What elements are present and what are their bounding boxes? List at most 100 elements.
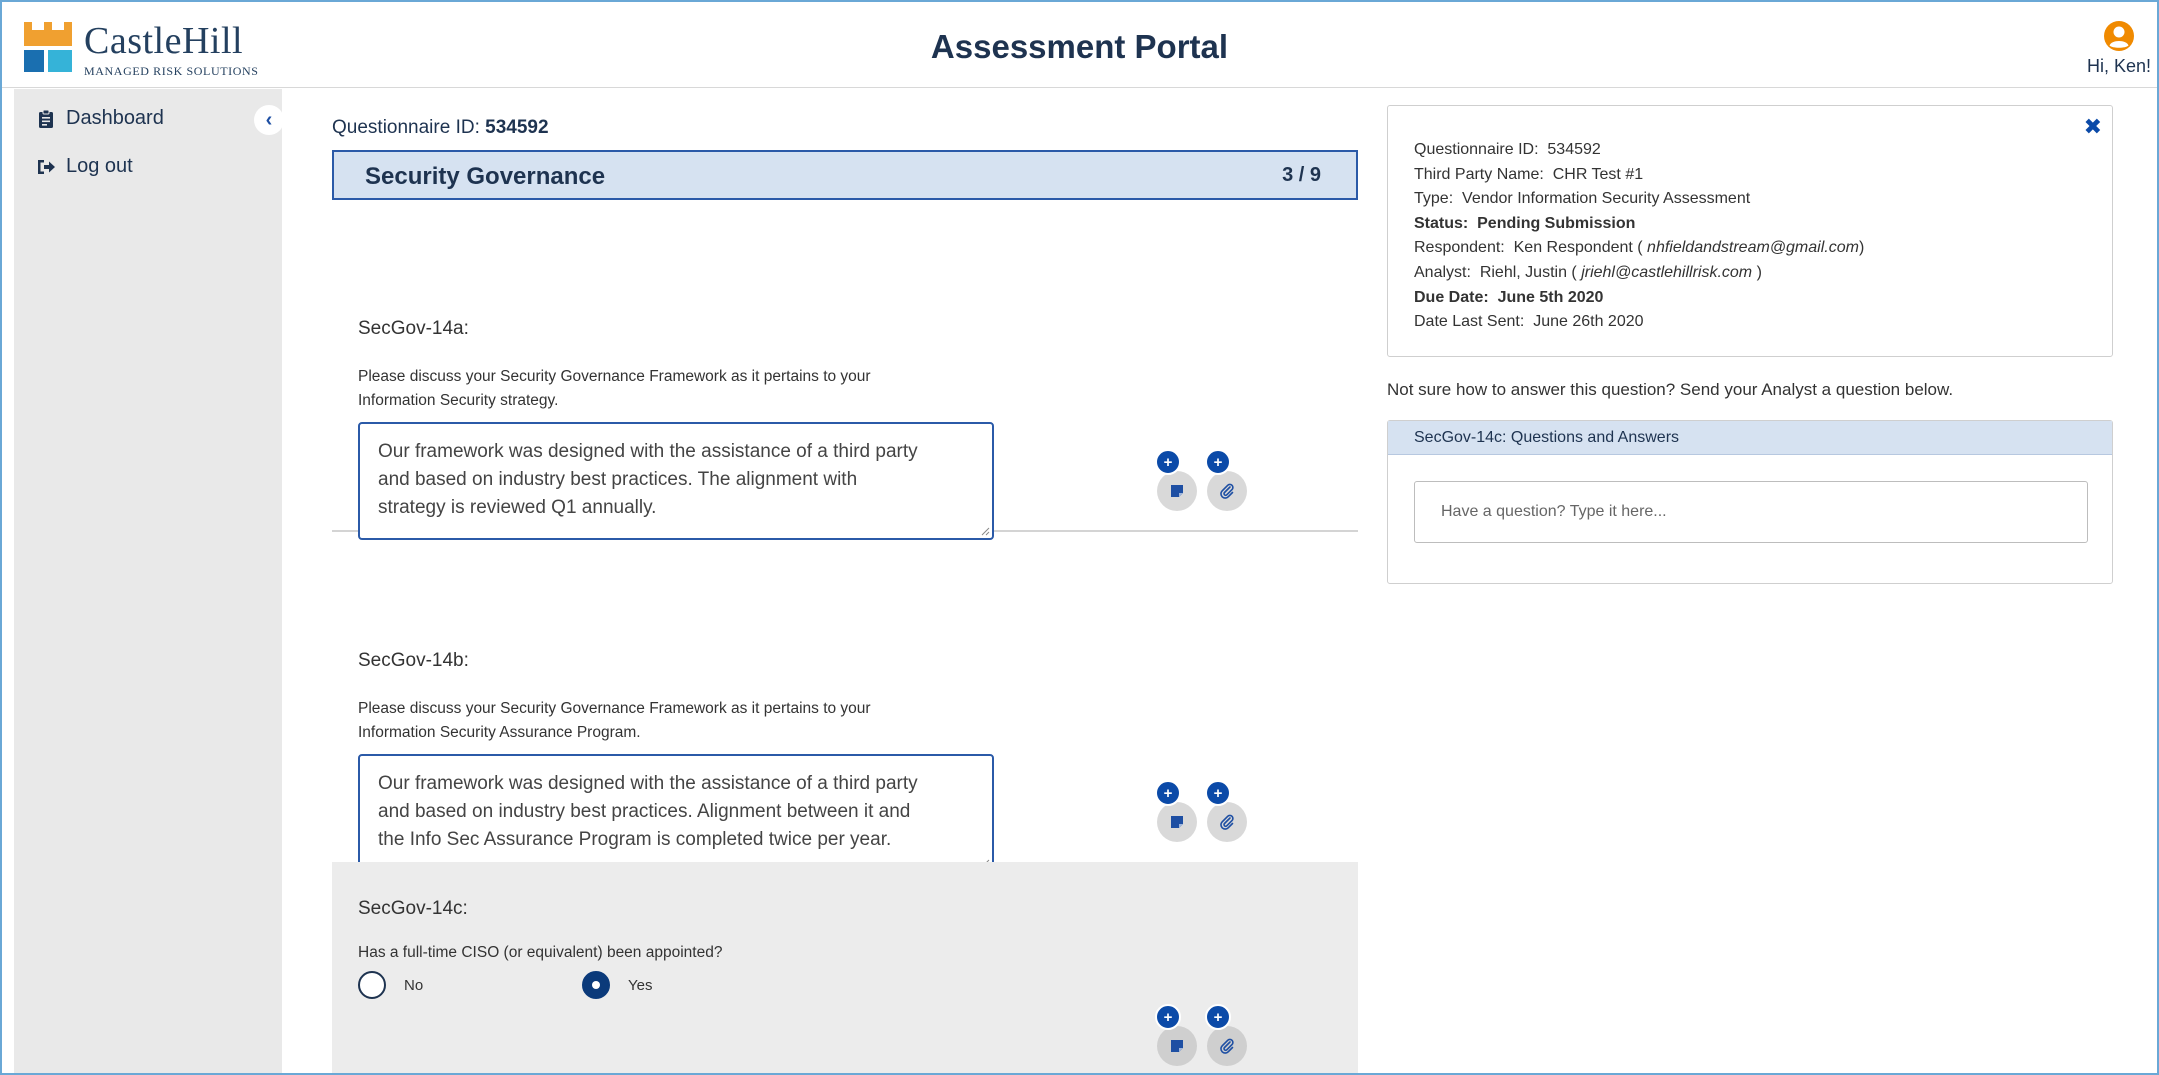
add-attachment-button[interactable]: + — [1205, 449, 1249, 511]
info-label: Respondent: — [1414, 239, 1505, 257]
info-value: June 26th 2020 — [1533, 313, 1644, 331]
info-value: Vendor Information Security Assessment — [1462, 190, 1751, 208]
radio-no[interactable] — [358, 971, 386, 999]
question-id: SecGov-14b: — [358, 650, 469, 671]
clipboard-icon — [39, 109, 53, 128]
plus-icon: + — [1155, 1004, 1181, 1030]
plus-icon: + — [1205, 780, 1231, 806]
question-input[interactable] — [1414, 481, 2088, 543]
question-text-line: Please discuss your Security Governance … — [358, 368, 871, 385]
plus-icon: + — [1155, 780, 1181, 806]
sidebar-item-label: Dashboard — [66, 107, 164, 129]
radio-option-yes[interactable]: Yes — [582, 971, 652, 999]
sidebar: ‹ Dashboard Log out — [14, 89, 284, 1073]
info-label: Type: — [1414, 190, 1454, 208]
section-header: Security Governance 3 / 9 — [332, 150, 1358, 200]
info-analyst: Analyst: Riehl, Justin ( jriehl@castlehi… — [1414, 263, 1762, 281]
note-icon — [1171, 485, 1183, 497]
info-label: Analyst: — [1414, 263, 1471, 281]
user-menu[interactable]: Hi, Ken! — [2087, 20, 2151, 77]
sign-out-icon — [38, 159, 55, 174]
radio-yes[interactable] — [582, 971, 610, 999]
user-greeting: Hi, Ken! — [2086, 56, 2151, 76]
questionnaire-id-value: 534592 — [485, 117, 549, 138]
logo-tagline: MANAGED RISK SOLUTIONS — [84, 64, 259, 78]
note-button-bg — [1157, 1026, 1197, 1066]
question-text: Has a full-time CISO (or equivalent) bee… — [358, 944, 723, 961]
info-label: Third Party Name: — [1414, 165, 1544, 183]
radio-option-no[interactable]: No — [358, 971, 423, 999]
info-due-date: Due Date: June 5th 2020 — [1414, 286, 1864, 311]
question-text-line: Please discuss your Security Governance … — [358, 700, 871, 717]
section-progress: 3 / 9 — [1282, 164, 1321, 186]
add-note-button[interactable]: + — [1155, 449, 1199, 511]
note-icon — [1171, 816, 1183, 828]
paperclip-icon — [1220, 814, 1234, 830]
answer-line: strategy is reviewed Q1 annually. — [378, 497, 657, 518]
info-label: Date Last Sent: — [1414, 313, 1525, 331]
questionnaire-id: Questionnaire ID: 534592 — [332, 117, 549, 139]
question-id: SecGov-14a: — [358, 318, 469, 339]
info-type: Type: Vendor Information Security Assess… — [1414, 187, 1864, 212]
question-text: Please discuss your Security Governance … — [358, 365, 958, 413]
user-avatar-icon — [2103, 21, 2134, 51]
info-last-sent: Date Last Sent: June 26th 2020 — [1414, 310, 1864, 335]
add-note-button[interactable]: + — [1155, 780, 1199, 842]
info-label: Questionnaire ID: — [1414, 141, 1539, 158]
answer-line: Our framework was designed with the assi… — [378, 441, 918, 462]
plus-icon: + — [1205, 449, 1231, 475]
info-third-party: Third Party Name: CHR Test #1 — [1414, 163, 1864, 188]
respondent-email: nhfieldandstream@gmail.com — [1647, 239, 1859, 257]
sidebar-collapse-button[interactable]: ‹ — [254, 105, 284, 135]
sidebar-item-label: Log out — [66, 155, 133, 177]
add-attachment-button[interactable]: + — [1205, 1004, 1249, 1066]
plus-icon: + — [1205, 1004, 1231, 1030]
sidebar-item-dashboard[interactable]: Dashboard — [36, 107, 164, 130]
app-frame: CastleHill MANAGED RISK SOLUTIONS Assess… — [0, 0, 2159, 1075]
info-status: Status: Pending Submission — [1414, 212, 1864, 237]
paperclip-icon — [1220, 483, 1234, 499]
answer-line: and based on industry best practices. Al… — [378, 801, 911, 822]
answer-line: and based on industry best practices. Th… — [378, 469, 858, 490]
radio-label: No — [404, 976, 424, 994]
questionnaire-info-card: ✖ Questionnaire ID: 534592 Third Party N… — [1387, 105, 2113, 357]
close-icon[interactable]: ✖ — [2084, 114, 2102, 140]
note-button-bg — [1157, 802, 1197, 842]
page-title: Assessment Portal — [930, 28, 1229, 65]
questionnaire-main: Questionnaire ID: 534592 Security Govern… — [332, 89, 1358, 1073]
radio-label: Yes — [628, 976, 653, 994]
help-text: Not sure how to answer this question? Se… — [1387, 380, 1954, 399]
question-text: Please discuss your Security Governance … — [358, 697, 958, 745]
analyst-email: jriehl@castlehillrisk.com — [1581, 263, 1753, 281]
info-respondent: Respondent: Ken Respondent ( nhfieldands… — [1414, 239, 1865, 257]
section-title: Security Governance — [365, 163, 606, 190]
note-icon — [1171, 1040, 1183, 1052]
questionnaire-id-label: Questionnaire ID: — [332, 117, 480, 138]
header: CastleHill MANAGED RISK SOLUTIONS Assess… — [2, 2, 2157, 88]
qa-panel-title: SecGov-14c: Questions and Answers — [1414, 429, 1680, 446]
sidebar-item-logout[interactable]: Log out — [36, 155, 133, 178]
question-id: SecGov-14c: — [358, 898, 468, 919]
info-value: June 5th 2020 — [1497, 288, 1604, 306]
status-badge: Pending Submission — [1477, 214, 1636, 232]
answer-textarea[interactable]: Our framework was designed with the assi… — [358, 754, 994, 872]
info-value: CHR Test #1 — [1552, 165, 1644, 183]
plus-icon: + — [1155, 449, 1181, 475]
answer-textarea[interactable]: Our framework was designed with the assi… — [358, 422, 994, 540]
add-note-button[interactable]: + — [1155, 1004, 1199, 1066]
info-qid: Questionnaire ID: 534592 — [1414, 138, 1864, 163]
attachment-button-bg — [1207, 471, 1247, 511]
info-details: Questionnaire ID: 534592 Third Party Nam… — [1414, 138, 1864, 335]
add-attachment-button[interactable]: + — [1205, 780, 1249, 842]
answer-line: Our framework was designed with the assi… — [378, 773, 918, 794]
info-label: Status: — [1414, 214, 1469, 232]
info-value: 534592 — [1547, 141, 1601, 158]
note-button-bg — [1157, 471, 1197, 511]
question-text-line: Information Security Assurance Program. — [358, 724, 641, 741]
attachment-button-bg — [1207, 802, 1247, 842]
info-value: Riehl, Justin — [1479, 263, 1567, 281]
info-label: Due Date: — [1414, 288, 1489, 306]
answer-line: the Info Sec Assurance Program is comple… — [378, 829, 892, 850]
attachment-button-bg — [1207, 1026, 1247, 1066]
qa-panel: SecGov-14c: Questions and Answers — [1387, 420, 2113, 584]
